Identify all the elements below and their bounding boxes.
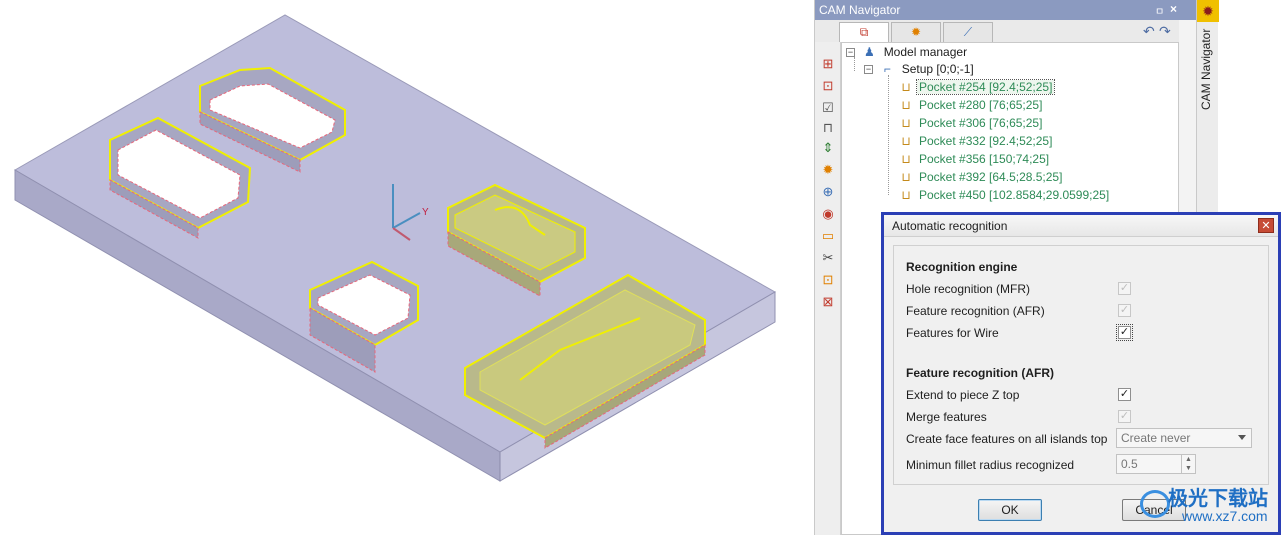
axis-icon: ⌐ [883,62,891,76]
chevron-down-icon [1238,435,1246,440]
tree-item-pocket[interactable]: ⊔ Pocket #356 [150;74;25] [898,150,1051,168]
merge-features-label: Merge features [906,410,987,424]
tab-operations[interactable]: ✹ [891,22,941,42]
collapse-icon[interactable]: − [864,65,873,75]
redo-icon[interactable]: ↷ [1159,23,1171,40]
simulate-icon[interactable]: ◉ [820,206,836,222]
spin-arrows-icon[interactable]: ▲ ▼ [1181,455,1195,473]
tree-item-model-manager[interactable]: − ♟ Model manager [846,43,967,61]
fillet-radius-value: 0.5 [1121,457,1138,471]
add-setup-icon[interactable]: ⊡ [820,272,836,288]
navigator-toolstrip: ⊞ ⊡ ☑ ⊓ ⇕ ✹ ⊕ ◉ ▭ ✂ ⊡ ⊠ [815,42,841,535]
fixture-icon[interactable]: ⊓ [820,120,836,136]
watermark-url: www.xz7.com [1182,508,1268,524]
dialog-body: Recognition engine Hole recognition (MFR… [893,245,1269,485]
watermark-brand: 极光下载站 [1168,488,1268,510]
features-for-wire-checkbox[interactable]: ✓ [1116,324,1133,341]
face-features-select[interactable]: Create never [1116,428,1252,448]
undo-icon[interactable]: ↶ [1143,23,1155,40]
navigator-titlebar: CAM Navigator ㅁ × [815,0,1197,20]
tool-icon: ⟋ [963,25,973,39]
fillet-radius-label: Minimun fillet radius recognized [906,458,1075,472]
postprocessor-icon[interactable]: ▭ [820,228,836,244]
face-features-label: Create face features on all islands top [906,432,1108,446]
tab-model[interactable]: ⧉ [839,22,889,43]
section-recognition-engine: Recognition engine [906,260,1018,274]
add-feature-icon[interactable]: ⊕ [820,184,836,200]
ok-button[interactable]: OK [978,499,1042,521]
stock-add-icon[interactable]: ⊞ [820,56,836,72]
hole-recognition-label: Hole recognition (MFR) [906,282,1031,296]
cad-scene[interactable]: Y [0,0,800,535]
side-tab-label: CAM Navigator [1199,28,1213,110]
extend-z-top-checkbox[interactable]: ✓ [1118,388,1131,401]
gear-icon: ✹ [910,25,922,39]
check-doc-icon[interactable]: ☑ [820,100,836,116]
tree-item-pocket[interactable]: ⊔ Pocket #306 [76;65;25] [898,114,1044,132]
tree-item-pocket[interactable]: ⊔ Pocket #392 [64.5;28.5;25] [898,168,1064,186]
merge-features-checkbox[interactable]: ✓ [1118,410,1131,423]
pocket-icon: ⊔ [901,188,911,202]
tree-item-setup[interactable]: − ⌐ Setup [0;0;-1] [864,60,974,78]
wire-icon[interactable]: ✂ [820,250,836,266]
user-icon: ♟ [863,45,875,59]
tree-item-pocket[interactable]: ⊔ Pocket #254 [92.4;52;25] [898,78,1056,96]
dialog-titlebar[interactable]: Automatic recognition ✕ [884,215,1278,237]
pocket-icon: ⊔ [901,80,911,94]
axis-y-label: Y [422,207,429,218]
navigator-title: CAM Navigator [819,3,901,17]
dialog-close-button[interactable]: ✕ [1258,218,1274,233]
pocket-icon: ⊔ [901,98,911,112]
features-for-wire-label: Features for Wire [906,326,999,340]
collapse-icon[interactable]: − [846,48,855,58]
watermark-logo-icon [1140,490,1170,518]
extend-z-top-label: Extend to piece Z top [906,388,1020,402]
feature-recognition-checkbox[interactable]: ✓ [1118,304,1131,317]
pocket-icon: ⊔ [901,152,911,166]
tab-tools[interactable]: ⟋ [943,22,993,42]
close-icon[interactable]: × [1170,2,1177,16]
pocket-icon: ⊔ [901,116,911,130]
tree-item-pocket[interactable]: ⊔ Pocket #332 [92.4;52;25] [898,132,1054,150]
pocket-icon: ⊔ [901,134,911,148]
navigator-tabbar: ⧉ ✹ ⟋ ↶ ↷ [815,20,1179,43]
tree-root-label: Model manager [883,45,968,59]
feature-recognition-label: Feature recognition (AFR) [906,304,1045,318]
fillet-radius-spinner[interactable]: 0.5 ▲ ▼ [1116,454,1196,474]
tree-item-pocket[interactable]: ⊔ Pocket #450 [102.8584;29.0599;25] [898,186,1111,204]
3d-viewport[interactable]: Y [0,0,800,535]
hole-recognition-checkbox[interactable]: ✓ [1118,282,1131,295]
section-feature-recognition: Feature recognition (AFR) [906,366,1055,380]
pin-icon[interactable]: ㅁ [1155,3,1164,18]
cube-icon: ⧉ [859,25,869,39]
dialog-title: Automatic recognition [892,219,1008,233]
gear-icon[interactable]: ✹ [1197,0,1219,22]
delete-icon[interactable]: ⊠ [820,294,836,310]
align-icon[interactable]: ⇕ [820,140,836,156]
part-add-icon[interactable]: ⊡ [820,78,836,94]
tree-item-pocket[interactable]: ⊔ Pocket #280 [76;65;25] [898,96,1044,114]
watermark: 极光下载站 www.xz7.com [1138,482,1282,534]
add-operation-icon[interactable]: ✹ [820,162,836,178]
tree-setup-label: Setup [0;0;-1] [901,62,974,76]
face-features-value: Create never [1121,431,1191,445]
pocket-icon: ⊔ [901,170,911,184]
